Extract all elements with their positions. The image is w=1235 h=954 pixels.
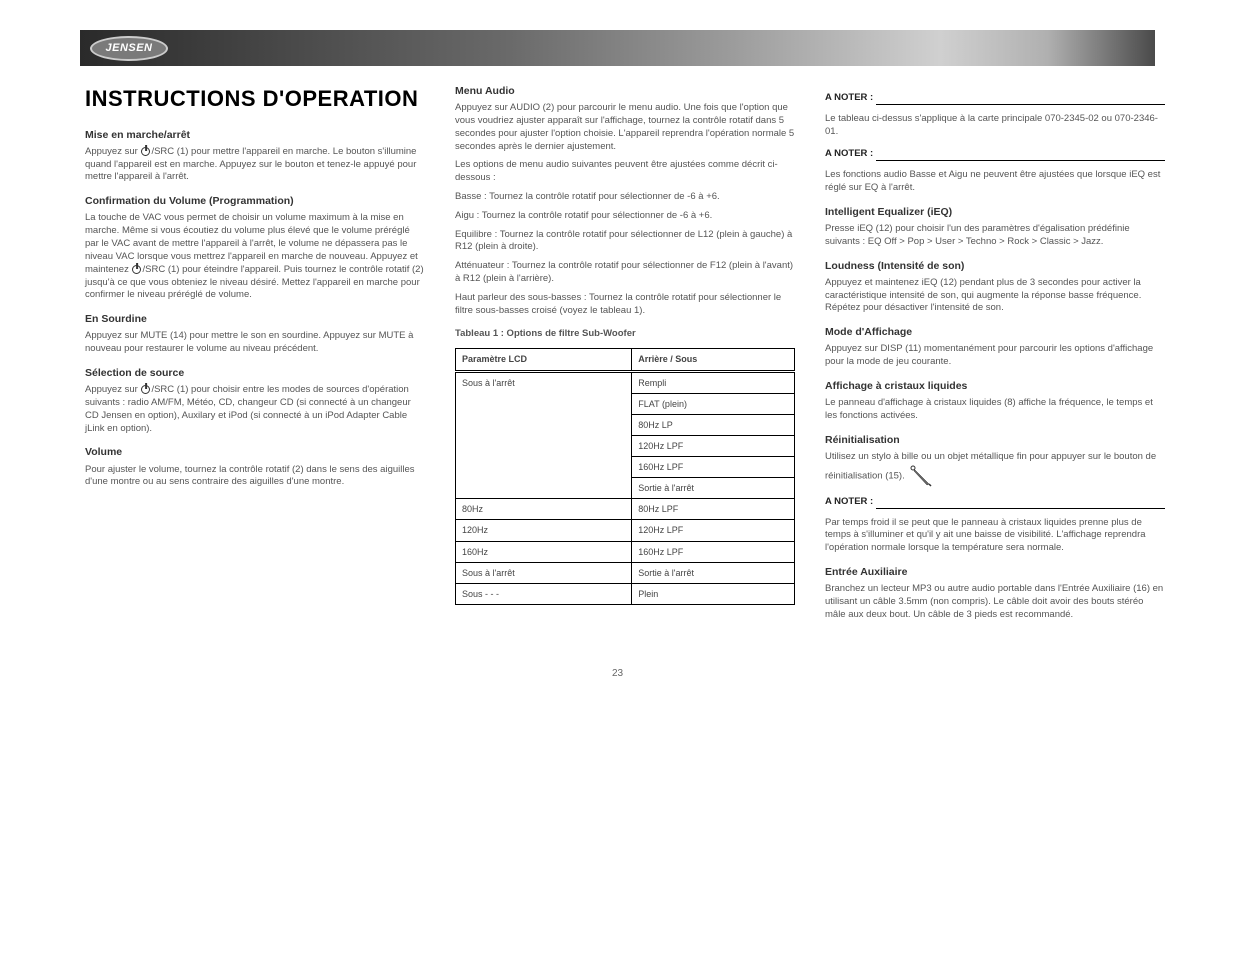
table-header-rear: Arrière / Sous: [632, 349, 795, 371]
table-row: Sous à l'arrêt Rempli: [456, 371, 795, 393]
section-power-title: Mise en marche/arrêt: [85, 128, 425, 142]
table-row: 120Hz 120Hz LPF: [456, 520, 795, 541]
subwoofer-table: Paramètre LCD Arrière / Sous Sous à l'ar…: [455, 348, 795, 605]
note-2: A NOTER :: [825, 148, 1165, 161]
section-loudness-title: Loudness (Intensité de son): [825, 259, 1165, 273]
table-cell: 120Hz LPF: [632, 520, 795, 541]
page-number: 23: [0, 668, 1235, 699]
section-source-body: Appuyez sur /SRC (1) pour choisir entre …: [85, 384, 425, 435]
brand-logo: JENSEN: [90, 36, 168, 61]
page-content: INSTRUCTIONS D'OPERATION Mise en marche/…: [0, 66, 1235, 668]
audio-balance: Equilibre : Tournez la contrôle rotatif …: [455, 229, 795, 255]
table-row: 80Hz 80Hz LPF: [456, 499, 795, 520]
power-icon: [132, 265, 141, 274]
table-cell: FLAT (plein): [632, 393, 795, 414]
section-volume-body: Pour ajuster le volume, tournez la contr…: [85, 464, 425, 490]
table-cell: 80Hz LPF: [632, 499, 795, 520]
note-3-body: Par temps froid il se peut que le pannea…: [825, 517, 1165, 555]
left-column: INSTRUCTIONS D'OPERATION Mise en marche/…: [85, 84, 425, 628]
table-cell: Plein: [632, 583, 795, 604]
main-title: INSTRUCTIONS D'OPERATION: [85, 84, 425, 114]
table-cell: 160Hz: [456, 541, 632, 562]
note-2-body: Les fonctions audio Basse et Aigu ne peu…: [825, 169, 1165, 195]
table-cell: Sortie à l'arrêt: [632, 562, 795, 583]
section-aux-title: Entrée Auxiliaire: [825, 565, 1165, 579]
section-lcd-body: Le panneau d'affichage à cristaux liquid…: [825, 397, 1165, 423]
table-cell: 80Hz LP: [632, 414, 795, 435]
section-display-title: Mode d'Affichage: [825, 325, 1165, 339]
power-icon: [141, 147, 150, 156]
brand-text: JENSEN: [105, 42, 152, 54]
section-vac-title: Confirmation du Volume (Programmation): [85, 194, 425, 208]
table-cell: Sous à l'arrêt: [456, 562, 632, 583]
table-row: Sous à l'arrêt Sortie à l'arrêt: [456, 562, 795, 583]
section-volume-title: Volume: [85, 445, 425, 459]
stylus-icon: [909, 464, 933, 488]
table-cell: 80Hz: [456, 499, 632, 520]
section-audio-body1: Appuyez sur AUDIO (2) pour parcourir le …: [455, 102, 795, 153]
table-row: 160Hz 160Hz LPF: [456, 541, 795, 562]
table-cell: Rempli: [632, 371, 795, 393]
section-reset-body: Utilisez un stylo à bille ou un objet mé…: [825, 451, 1165, 488]
note-1: A NOTER :: [825, 92, 1165, 105]
section-reset-title: Réinitialisation: [825, 433, 1165, 447]
right-column: A NOTER : Le tableau ci-dessus s'appliqu…: [825, 84, 1165, 628]
middle-column: Menu Audio Appuyez sur AUDIO (2) pour pa…: [455, 84, 795, 628]
header-bar: JENSEN: [80, 30, 1155, 66]
section-source-title: Sélection de source: [85, 366, 425, 380]
section-vac-body: La touche de VAC vous permet de choisir …: [85, 212, 425, 302]
table-cell: 160Hz LPF: [632, 457, 795, 478]
table-cell: 120Hz: [456, 520, 632, 541]
section-display-body: Appuyez sur DISP (11) momentanément pour…: [825, 343, 1165, 369]
section-audio-title: Menu Audio: [455, 84, 795, 98]
section-ieq-body: Presse iEQ (12) pour choisir l'un des pa…: [825, 223, 1165, 249]
table-cell: Sortie à l'arrêt: [632, 478, 795, 499]
table-header-lcd: Paramètre LCD: [456, 349, 632, 371]
section-lcd-title: Affichage à cristaux liquides: [825, 379, 1165, 393]
section-audio-body2: Les options de menu audio suivantes peuv…: [455, 159, 795, 185]
section-loudness-body: Appuyez et maintenez iEQ (12) pendant pl…: [825, 277, 1165, 315]
section-aux-body: Branchez un lecteur MP3 ou autre audio p…: [825, 583, 1165, 621]
audio-bass: Basse : Tournez la contrôle rotatif pour…: [455, 191, 795, 204]
table-row: Sous - - - Plein: [456, 583, 795, 604]
audio-treble: Aigu : Tournez la contrôle rotatif pour …: [455, 210, 795, 223]
section-mute-body: Appuyez sur MUTE (14) pour mettre le son…: [85, 330, 425, 356]
note-3: A NOTER :: [825, 496, 1165, 509]
audio-fader: Atténuateur : Tournez la contrôle rotati…: [455, 260, 795, 286]
table-cell: Sous - - -: [456, 583, 632, 604]
table-cell: 120Hz LPF: [632, 435, 795, 456]
audio-subwoofer: Haut parleur des sous-basses : Tournez l…: [455, 292, 795, 318]
table-cell: 160Hz LPF: [632, 541, 795, 562]
power-icon: [141, 385, 150, 394]
table-cell: Sous à l'arrêt: [456, 371, 632, 499]
table-caption: Tableau 1 : Options de filtre Sub-Woofer: [455, 328, 795, 341]
section-power-body: Appuyez sur /SRC (1) pour mettre l'appar…: [85, 146, 425, 184]
note-1-body: Le tableau ci-dessus s'applique à la car…: [825, 113, 1165, 139]
section-ieq-title: Intelligent Equalizer (iEQ): [825, 205, 1165, 219]
section-mute-title: En Sourdine: [85, 312, 425, 326]
